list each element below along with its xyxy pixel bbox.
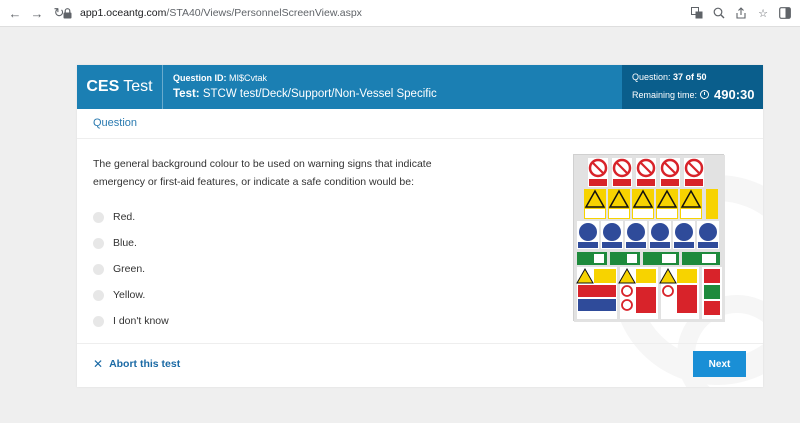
question-id-value: MI$Cvtak: [229, 73, 268, 83]
answer-option-yellow[interactable]: Yellow.: [93, 282, 169, 308]
question-progress-value: 37 of 50: [673, 72, 707, 82]
next-button[interactable]: Next: [693, 351, 746, 377]
url-text: app1.oceantg.com/STA40/Views/PersonnelSc…: [80, 7, 362, 19]
bookmark-star-icon[interactable]: ☆: [756, 4, 770, 22]
progress-panel: Question: 37 of 50 Remaining time: 490:3…: [622, 65, 763, 109]
answer-label: Blue.: [113, 237, 137, 249]
answer-label: Green.: [113, 263, 146, 275]
remaining-time: Remaining time: 490:30: [632, 87, 763, 102]
address-bar[interactable]: app1.oceantg.com/STA40/Views/PersonnelSc…: [60, 3, 780, 23]
translate-icon[interactable]: [690, 4, 704, 22]
answer-label: I don't know: [113, 315, 169, 327]
remaining-time-value: 490:30: [714, 87, 755, 102]
answer-label: Yellow.: [113, 289, 146, 301]
share-icon[interactable]: [734, 4, 748, 22]
clock-icon: [700, 90, 710, 99]
safety-signs-illustration: [574, 155, 725, 322]
radio-button[interactable]: [93, 263, 104, 275]
answer-option-red[interactable]: Red.: [93, 204, 169, 230]
url-host: app1.oceantg.com: [80, 7, 167, 19]
prohibition-signs-row: [588, 158, 704, 187]
brand-bold: CES: [86, 78, 120, 95]
question-progress: Question: 37 of 50: [632, 72, 763, 85]
question-id-label: Question ID:: [173, 73, 227, 83]
radio-button[interactable]: [93, 315, 104, 327]
test-name-value: STCW test/Deck/Support/Non-Vessel Specif…: [202, 88, 437, 100]
divider: [77, 343, 763, 344]
test-card: CES Test Question ID: MI$Cvtak Test: STC…: [77, 65, 763, 387]
forward-arrow-icon[interactable]: →: [28, 4, 46, 22]
url-path: /STA40/Views/PersonnelScreenView.aspx: [166, 7, 362, 19]
remaining-time-label: Remaining time:: [632, 89, 698, 100]
safety-signs-image: [573, 154, 725, 322]
radio-button[interactable]: [93, 289, 104, 301]
brand-rest: Test: [123, 78, 153, 95]
zoom-icon[interactable]: [712, 4, 726, 22]
abort-test-label: Abort this test: [109, 358, 181, 370]
answer-list: Red. Blue. Green. Yellow. I don't know: [93, 204, 169, 334]
fire-exit-signs-row: [577, 252, 720, 265]
question-line: The general background colour to be used…: [93, 158, 432, 170]
radio-button[interactable]: [93, 237, 104, 249]
warning-signs-row: [584, 189, 718, 219]
answer-option-dont-know[interactable]: I don't know: [93, 308, 169, 334]
side-panel-icon[interactable]: [778, 4, 792, 22]
question-line: emergency or first-aid features, or indi…: [93, 176, 415, 188]
answer-option-green[interactable]: Green.: [93, 256, 169, 282]
abort-test-link[interactable]: ✕ Abort this test: [93, 357, 180, 371]
question-text: The general background colour to be used…: [93, 155, 463, 191]
close-icon: ✕: [93, 357, 104, 371]
lock-icon[interactable]: [60, 6, 74, 20]
browser-toolbar: ← → ↻ app1.oceantg.com/STA40/Views/Perso…: [0, 0, 800, 27]
section-title: Question: [93, 117, 138, 129]
answer-label: Red.: [113, 211, 136, 223]
answer-option-blue[interactable]: Blue.: [93, 230, 169, 256]
test-label: Test:: [173, 88, 200, 100]
back-arrow-icon[interactable]: ←: [6, 4, 24, 22]
question-id: Question ID: MI$Cvtak: [173, 73, 622, 85]
brand-logo: CES Test: [77, 65, 163, 109]
test-header: CES Test Question ID: MI$Cvtak Test: STC…: [77, 65, 763, 109]
radio-button[interactable]: [93, 211, 104, 223]
test-name: Test: STCW test/Deck/Support/Non-Vessel …: [173, 88, 622, 100]
divider: [77, 138, 763, 139]
test-info: Question ID: MI$Cvtak Test: STCW test/De…: [163, 65, 622, 109]
question-progress-label: Question:: [632, 72, 671, 82]
